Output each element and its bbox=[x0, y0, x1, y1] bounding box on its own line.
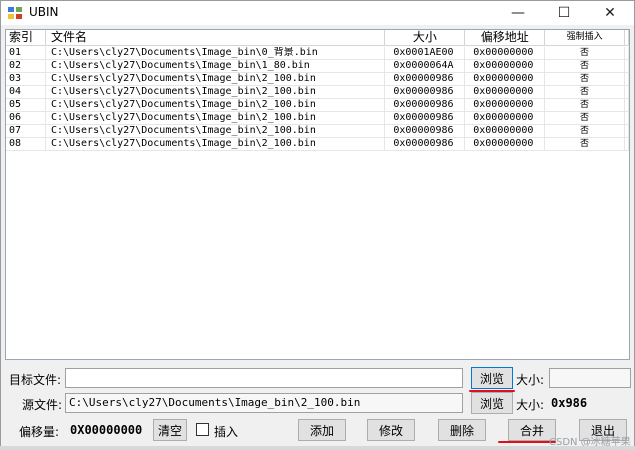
cell-offset: 0x00000000 bbox=[465, 125, 546, 137]
insert-checkbox[interactable] bbox=[196, 423, 209, 436]
list-header: 索引 文件名 大小 偏移地址 强制插入 bbox=[6, 30, 629, 46]
cell-force-insert: 否 bbox=[545, 125, 625, 137]
table-row[interactable]: 04 C:\Users\cly27\Documents\Image_bin\2_1… bbox=[6, 86, 629, 99]
table-row[interactable]: 03 C:\Users\cly27\Documents\Image_bin\2_1… bbox=[6, 73, 629, 86]
maximize-icon: ☐ bbox=[557, 5, 571, 21]
target-file-input[interactable] bbox=[65, 368, 463, 388]
close-icon: ✕ bbox=[604, 5, 616, 21]
offset-label: 偏移量: bbox=[19, 425, 60, 439]
cell-size: 0x0000064A bbox=[385, 60, 466, 72]
cell-filename: C:\Users\cly27\Documents\Image_bin\0_背景.… bbox=[46, 47, 386, 59]
cell-force-insert: 否 bbox=[545, 47, 625, 59]
source-browse-button[interactable]: 浏览 bbox=[471, 392, 513, 414]
column-header-filename[interactable]: 文件名 bbox=[46, 30, 386, 46]
table-row[interactable]: 08 C:\Users\cly27\Documents\Image_bin\2_1… bbox=[6, 138, 629, 151]
cell-filler bbox=[625, 99, 629, 111]
insert-label: 插入 bbox=[214, 425, 239, 439]
minimize-icon: — bbox=[511, 5, 525, 21]
cell-filename: C:\Users\cly27\Documents\Image_bin\2_100… bbox=[46, 86, 386, 98]
cell-filler bbox=[625, 112, 629, 124]
ubin-window: UBIN — ☐ ✕ 索引 文件名 大小 偏移地址 强制插入 01 C:\User… bbox=[0, 0, 635, 450]
cell-filler bbox=[625, 60, 629, 72]
column-header-offset[interactable]: 偏移地址 bbox=[465, 30, 546, 46]
cell-filler bbox=[625, 86, 629, 98]
cell-filename: C:\Users\cly27\Documents\Image_bin\2_100… bbox=[46, 125, 386, 137]
cell-index: 01 bbox=[6, 47, 46, 59]
annotation-underline-merge bbox=[498, 441, 556, 443]
cell-force-insert: 否 bbox=[545, 138, 625, 150]
cell-offset: 0x00000000 bbox=[465, 73, 546, 85]
cell-size: 0x00000986 bbox=[385, 73, 466, 85]
minimize-button[interactable]: — bbox=[495, 1, 541, 25]
cell-force-insert: 否 bbox=[545, 60, 625, 72]
cell-index: 02 bbox=[6, 60, 46, 72]
modify-button[interactable]: 修改 bbox=[367, 419, 415, 441]
cell-size: 0x0001AE00 bbox=[385, 47, 466, 59]
cell-offset: 0x00000000 bbox=[465, 60, 546, 72]
cell-index: 04 bbox=[6, 86, 46, 98]
cell-filename: C:\Users\cly27\Documents\Image_bin\1_80.… bbox=[46, 60, 386, 72]
source-file-input[interactable]: C:\Users\cly27\Documents\Image_bin\2_100… bbox=[65, 393, 463, 413]
target-file-label: 目标文件: bbox=[9, 373, 62, 387]
cell-offset: 0x00000000 bbox=[465, 86, 546, 98]
cell-filename: C:\Users\cly27\Documents\Image_bin\2_100… bbox=[46, 138, 386, 150]
taskbar-strip bbox=[0, 446, 635, 450]
cell-index: 06 bbox=[6, 112, 46, 124]
cell-filler bbox=[625, 125, 629, 137]
cell-index: 08 bbox=[6, 138, 46, 150]
cell-filename: C:\Users\cly27\Documents\Image_bin\2_100… bbox=[46, 99, 386, 111]
offset-value[interactable]: 0X00000000 bbox=[70, 423, 142, 437]
cell-filler bbox=[625, 73, 629, 85]
cell-force-insert: 否 bbox=[545, 112, 625, 124]
source-size-label: 大小: bbox=[516, 398, 545, 412]
cell-size: 0x00000986 bbox=[385, 138, 466, 150]
cell-size: 0x00000986 bbox=[385, 125, 466, 137]
cell-filename: C:\Users\cly27\Documents\Image_bin\2_100… bbox=[46, 112, 386, 124]
close-button[interactable]: ✕ bbox=[587, 1, 633, 25]
cell-force-insert: 否 bbox=[545, 99, 625, 111]
table-row[interactable]: 05 C:\Users\cly27\Documents\Image_bin\2_1… bbox=[6, 99, 629, 112]
file-list[interactable]: 索引 文件名 大小 偏移地址 强制插入 01 C:\Users\cly27\Doc… bbox=[5, 29, 630, 360]
cell-size: 0x00000986 bbox=[385, 86, 466, 98]
target-browse-button[interactable]: 浏览 bbox=[471, 367, 513, 389]
list-rows: 01 C:\Users\cly27\Documents\Image_bin\0_背… bbox=[6, 47, 629, 151]
maximize-button[interactable]: ☐ bbox=[541, 1, 587, 25]
cell-offset: 0x00000000 bbox=[465, 138, 546, 150]
target-size-label: 大小: bbox=[516, 373, 545, 387]
column-header-index[interactable]: 索引 bbox=[6, 30, 46, 46]
cell-force-insert: 否 bbox=[545, 86, 625, 98]
cell-force-insert: 否 bbox=[545, 73, 625, 85]
source-file-label: 源文件: bbox=[22, 398, 63, 412]
column-header-size[interactable]: 大小 bbox=[385, 30, 466, 46]
title-bar[interactable]: UBIN — ☐ ✕ bbox=[1, 1, 634, 25]
app-ubin-icon bbox=[8, 7, 22, 19]
cell-filename: C:\Users\cly27\Documents\Image_bin\2_100… bbox=[46, 73, 386, 85]
cell-index: 03 bbox=[6, 73, 46, 85]
target-size-value bbox=[549, 368, 631, 388]
cell-offset: 0x00000000 bbox=[465, 112, 546, 124]
delete-button[interactable]: 删除 bbox=[438, 419, 486, 441]
clear-offset-button[interactable]: 清空 bbox=[153, 419, 187, 441]
cell-filler bbox=[625, 138, 629, 150]
table-row[interactable]: 07 C:\Users\cly27\Documents\Image_bin\2_1… bbox=[6, 125, 629, 138]
column-header-filler bbox=[625, 30, 629, 46]
table-row[interactable]: 02 C:\Users\cly27\Documents\Image_bin\1_8… bbox=[6, 60, 629, 73]
cell-index: 05 bbox=[6, 99, 46, 111]
source-size-value: 0x986 bbox=[551, 396, 588, 410]
cell-filler bbox=[625, 47, 629, 59]
window-title: UBIN bbox=[29, 5, 59, 19]
cell-index: 07 bbox=[6, 125, 46, 137]
table-row[interactable]: 06 C:\Users\cly27\Documents\Image_bin\2_1… bbox=[6, 112, 629, 125]
table-row[interactable]: 01 C:\Users\cly27\Documents\Image_bin\0_背… bbox=[6, 47, 629, 60]
cell-size: 0x00000986 bbox=[385, 99, 466, 111]
cell-size: 0x00000986 bbox=[385, 112, 466, 124]
cell-offset: 0x00000000 bbox=[465, 47, 546, 59]
add-button[interactable]: 添加 bbox=[298, 419, 346, 441]
cell-offset: 0x00000000 bbox=[465, 99, 546, 111]
column-header-force-insert[interactable]: 强制插入 bbox=[545, 30, 626, 46]
